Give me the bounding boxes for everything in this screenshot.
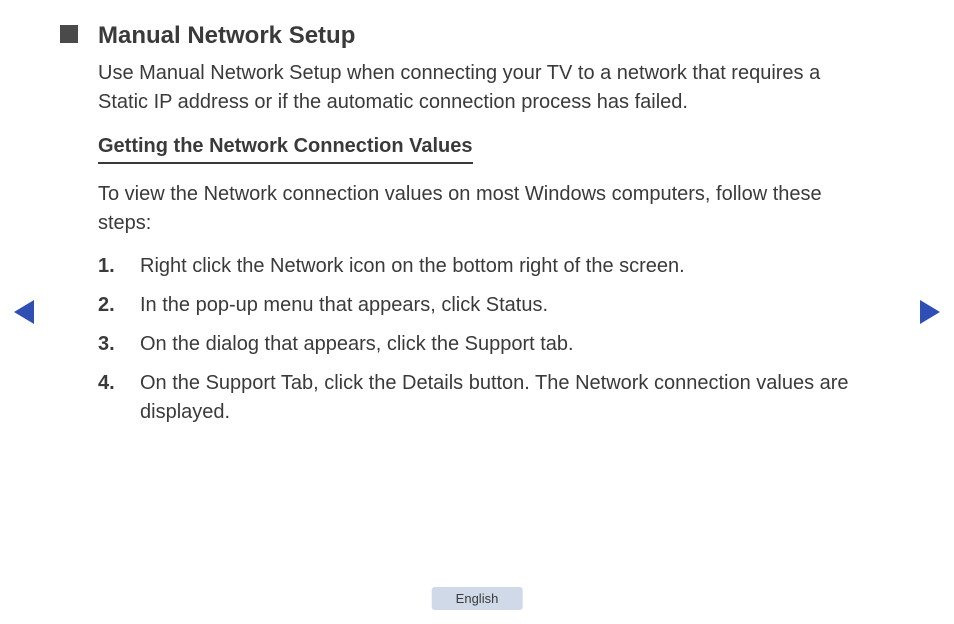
subheading: Getting the Network Connection Values [98,135,473,164]
step-list: Right click the Network icon on the bott… [98,252,856,427]
document-page: Manual Network Setup Use Manual Network … [0,0,954,624]
page-title: Manual Network Setup [98,22,856,51]
list-item: Right click the Network icon on the bott… [98,252,856,281]
list-item: In the pop-up menu that appears, click S… [98,291,856,320]
intro-paragraph: Use Manual Network Setup when connecting… [98,59,856,117]
lead-paragraph: To view the Network connection values on… [98,180,856,238]
previous-page-arrow-icon[interactable] [14,300,34,324]
next-page-arrow-icon[interactable] [920,300,940,324]
language-badge: English [432,587,523,610]
list-item: On the Support Tab, click the Details bu… [98,369,856,427]
section-bullet-icon [60,25,78,43]
list-item: On the dialog that appears, click the Su… [98,330,856,359]
